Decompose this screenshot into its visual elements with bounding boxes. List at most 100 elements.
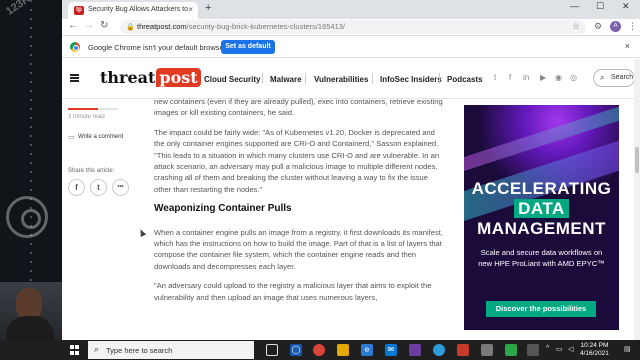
share-more-button[interactable]: ••• bbox=[112, 179, 129, 196]
ad-headline-1: ACCELERATING bbox=[471, 179, 612, 198]
read-time: 3 minute read bbox=[68, 114, 105, 120]
close-window-button[interactable]: ✕ bbox=[622, 1, 630, 12]
app-icon[interactable] bbox=[527, 344, 539, 356]
minimize-button[interactable]: — bbox=[570, 1, 579, 11]
edge-icon[interactable]: e bbox=[361, 344, 373, 356]
search-icon: ⌕ bbox=[600, 73, 605, 82]
page-scrollbar[interactable] bbox=[634, 59, 640, 340]
logo-threat: threat bbox=[100, 68, 156, 87]
youtube-icon[interactable]: ▶ bbox=[540, 73, 546, 82]
reload-icon[interactable]: ↻ bbox=[100, 20, 108, 31]
browser-toolbar: ← → ↻ 🔒 threatpost.com/security-bug-bric… bbox=[62, 19, 640, 35]
hpe-advertisement[interactable]: ACCELERATING DATA MANAGEMENT Scale and s… bbox=[464, 105, 619, 330]
article-subheading: Weaponizing Container Pulls bbox=[154, 203, 292, 215]
back-arrow-icon[interactable]: ← bbox=[68, 20, 78, 31]
article-paragraph: new containers (even if they are already… bbox=[154, 97, 443, 118]
share-twitter-button[interactable]: t bbox=[90, 179, 107, 196]
chrome-taskbar-icon[interactable] bbox=[313, 344, 325, 356]
lock-icon: 🔒 bbox=[126, 24, 135, 31]
maximize-button[interactable]: ☐ bbox=[596, 1, 604, 12]
comment-icon: ▭ bbox=[68, 134, 75, 141]
watermark-text: 123RF bbox=[4, 0, 38, 18]
menu-kebab-icon[interactable]: ⋮ bbox=[628, 21, 637, 32]
tab-active[interactable]: tp Security Bug Allows Attackers to × bbox=[68, 2, 198, 19]
watermark-logo-icon bbox=[6, 196, 48, 238]
share-label: Share this article: bbox=[68, 168, 115, 174]
ad-headline-3: MANAGEMENT bbox=[477, 219, 606, 238]
new-tab-button[interactable]: + bbox=[205, 2, 211, 14]
app-icon[interactable] bbox=[457, 344, 469, 356]
site-search-button[interactable]: ⌕ Search bbox=[593, 69, 635, 87]
profile-avatar[interactable]: A bbox=[610, 21, 621, 32]
extensions-icon[interactable]: ⚙ bbox=[594, 21, 602, 32]
nav-vulnerabilities[interactable]: Vulnerabilities bbox=[314, 75, 368, 84]
nav-divider bbox=[372, 73, 373, 84]
webcam-overlay bbox=[0, 282, 62, 340]
write-comment-label: Write a comment bbox=[78, 134, 124, 140]
tab-close-icon[interactable]: × bbox=[188, 5, 193, 14]
nav-malware[interactable]: Malware bbox=[270, 75, 302, 84]
taskbar-search-box[interactable]: ⌕ Type here to search bbox=[88, 341, 254, 359]
scrollbar-thumb[interactable] bbox=[635, 147, 639, 173]
twitter-icon[interactable]: t bbox=[494, 73, 496, 82]
task-view-icon[interactable] bbox=[266, 344, 278, 356]
app-icon[interactable] bbox=[433, 344, 445, 356]
ad-subtext: Scale and secure data workflows on new H… bbox=[478, 248, 605, 268]
podcast-icon[interactable]: ◎ bbox=[570, 73, 577, 82]
reading-progress-bar bbox=[68, 108, 118, 110]
taskbar-search-placeholder: Type here to search bbox=[106, 346, 173, 355]
url-path: /security-bug-brick-kubernetes-clusters/… bbox=[186, 22, 346, 31]
network-icon[interactable]: ▭ bbox=[556, 345, 563, 353]
facebook-icon[interactable]: f bbox=[509, 73, 511, 82]
webcam-person-body bbox=[6, 316, 54, 340]
share-facebook-button[interactable]: f bbox=[68, 179, 85, 196]
windows-taskbar: ⌕ Type here to search ◯ e ✉ ^ ▭ ◁ 10:24 … bbox=[0, 340, 640, 360]
ad-headline-2-text: DATA bbox=[514, 199, 569, 218]
chrome-logo-icon bbox=[70, 42, 80, 52]
infobar-message: Google Chrome isn't your default browser bbox=[88, 43, 227, 52]
article-paragraph: The impact could be fairly wide: "As of … bbox=[154, 127, 440, 194]
hamburger-menu-icon[interactable] bbox=[70, 74, 79, 82]
notifications-icon[interactable]: ▤ bbox=[624, 345, 631, 353]
article-paragraph: "An adversary could upload to the regist… bbox=[154, 281, 432, 302]
ad-cta-button[interactable]: Discover the possibilities bbox=[486, 301, 596, 317]
threatpost-logo[interactable]: threat post bbox=[100, 68, 201, 90]
clock-time: 10:24 PM bbox=[580, 342, 609, 349]
write-comment-link[interactable]: ▭ Write a comment bbox=[68, 134, 124, 141]
volume-icon[interactable]: ◁ bbox=[568, 345, 573, 353]
file-explorer-icon[interactable] bbox=[337, 344, 349, 356]
nav-infosec-insiders[interactable]: InfoSec Insiders bbox=[380, 75, 442, 84]
article-paragraph: When a container engine pulls an image f… bbox=[154, 227, 443, 271]
screen: 123RF tp Security Bug Allows Attackers t… bbox=[0, 0, 640, 360]
reading-progress-fill bbox=[68, 108, 98, 110]
site-header: threat post Cloud Security Malware Vulner… bbox=[62, 59, 635, 99]
mouse-cursor-icon bbox=[137, 228, 147, 237]
browser-window: tp Security Bug Allows Attackers to × + … bbox=[62, 0, 640, 340]
rss-icon[interactable]: ◉ bbox=[555, 73, 562, 82]
bookmark-star-icon[interactable]: ☆ bbox=[572, 21, 580, 32]
search-label: Search bbox=[611, 74, 634, 81]
app-icon[interactable] bbox=[409, 344, 421, 356]
url-host: threatpost.com bbox=[137, 22, 187, 31]
forward-arrow-icon[interactable]: → bbox=[84, 20, 94, 31]
set-default-button[interactable]: Set as default bbox=[221, 40, 275, 54]
ad-headline-2: DATA bbox=[464, 199, 619, 219]
tray-chevron-icon[interactable]: ^ bbox=[546, 345, 549, 352]
address-bar[interactable]: 🔒 threatpost.com/security-bug-brick-kube… bbox=[120, 20, 586, 34]
tab-strip: tp Security Bug Allows Attackers to × + … bbox=[62, 0, 640, 19]
nav-cloud-security[interactable]: Cloud Security bbox=[204, 75, 260, 84]
app-icon[interactable] bbox=[505, 344, 517, 356]
nav-divider bbox=[439, 73, 440, 84]
windows-start-icon[interactable] bbox=[70, 345, 80, 355]
app-icon[interactable] bbox=[481, 344, 493, 356]
clock-date: 4/16/2021 bbox=[580, 350, 609, 357]
infobar-close-icon[interactable]: × bbox=[625, 41, 630, 51]
nav-divider bbox=[262, 73, 263, 84]
cortana-icon[interactable]: ◯ bbox=[290, 344, 302, 356]
nav-podcasts[interactable]: Podcasts bbox=[447, 75, 483, 84]
taskbar-clock[interactable]: 10:24 PM 4/16/2021 bbox=[580, 342, 609, 358]
default-browser-infobar: Google Chrome isn't your default browser… bbox=[62, 35, 640, 58]
mail-icon[interactable]: ✉ bbox=[385, 344, 397, 356]
linkedin-icon[interactable]: in bbox=[523, 73, 529, 82]
logo-post: post bbox=[156, 68, 201, 87]
